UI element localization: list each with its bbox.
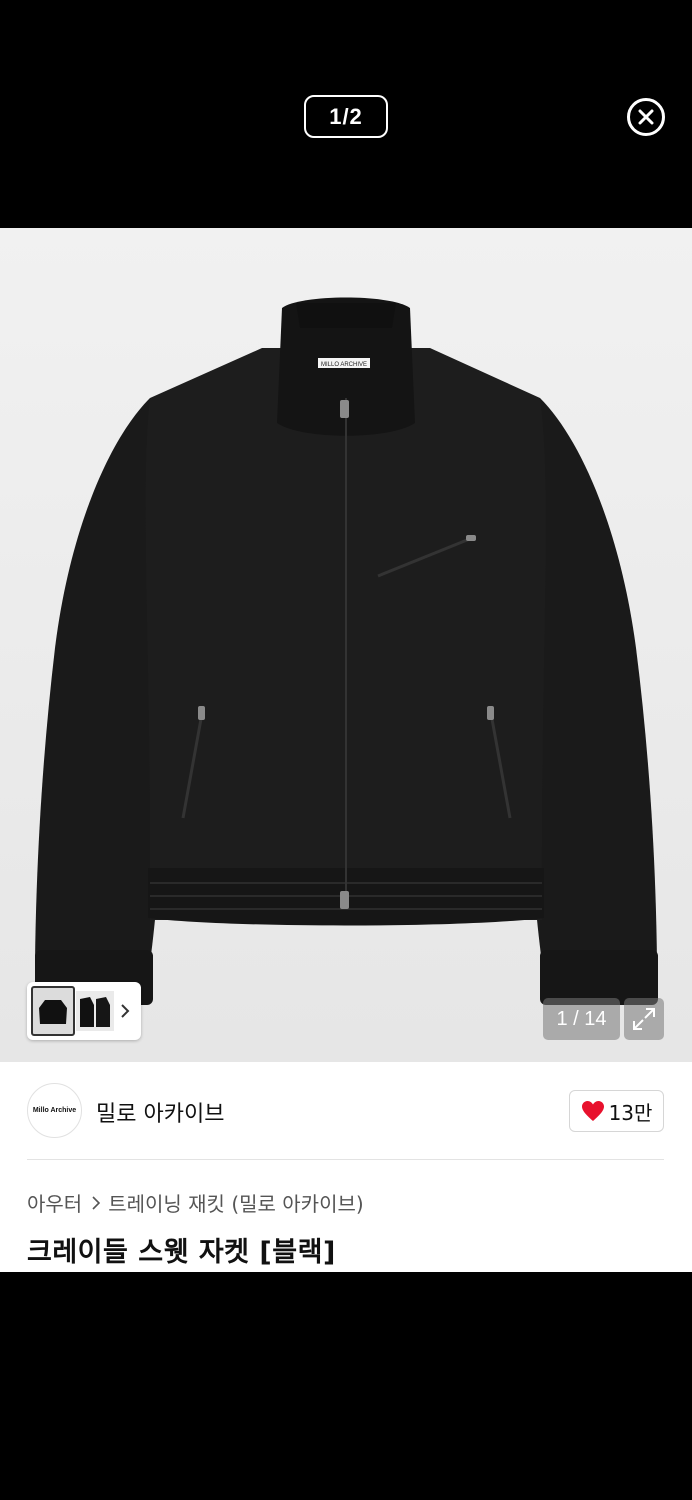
breadcrumb-category[interactable]: 아우터 — [27, 1188, 82, 1217]
thumbnail-more[interactable] — [75, 986, 115, 1036]
breadcrumb-subcategory[interactable]: 트레이닝 재킷 (밀로 아카이브) — [108, 1188, 363, 1217]
seller-name[interactable]: 밀로 아카이브 — [96, 1096, 224, 1128]
thumbnail-active[interactable] — [31, 986, 75, 1036]
jacket-thumbnail-icon — [39, 1000, 67, 1024]
jacket-thumbnails-icon — [76, 991, 114, 1031]
close-button[interactable] — [627, 98, 665, 136]
product-title: 크레이들 스웻 자켓 [블랙] — [27, 1237, 336, 1268]
garment-label: MILLO ARCHIVE — [321, 362, 367, 368]
breadcrumb: 아우터 트레이닝 재킷 (밀로 아카이브) — [27, 1188, 364, 1217]
product-image-gallery[interactable]: MILLO ARCHIVE 1 / 14 — [0, 228, 692, 1062]
seller-logo[interactable]: Millo Archive — [27, 1083, 82, 1138]
close-icon — [638, 109, 654, 125]
chevron-right-icon — [121, 1004, 130, 1018]
page-counter: 1/2 — [304, 95, 388, 138]
like-button[interactable]: 13만 — [569, 1090, 664, 1132]
product-card: MILLO ARCHIVE 1 / 14 Millo Archive 밀로 아카… — [0, 228, 692, 1272]
image-counter: 1 / 14 — [543, 998, 620, 1040]
chevron-right-icon — [92, 1195, 101, 1210]
product-image: MILLO ARCHIVE — [0, 228, 692, 1062]
expand-button[interactable] — [624, 998, 664, 1040]
expand-icon — [633, 1008, 655, 1030]
thumbnail-next-button[interactable] — [115, 1003, 135, 1019]
thumbnail-strip[interactable] — [27, 982, 141, 1040]
seller-row: Millo Archive 밀로 아카이브 13만 — [27, 1083, 664, 1139]
heart-icon — [581, 1101, 604, 1121]
like-count: 13만 — [608, 1100, 653, 1125]
viewer-bottom-bar — [0, 1272, 692, 1500]
divider — [27, 1159, 664, 1160]
viewer-top-bar: 1/2 — [0, 0, 692, 228]
